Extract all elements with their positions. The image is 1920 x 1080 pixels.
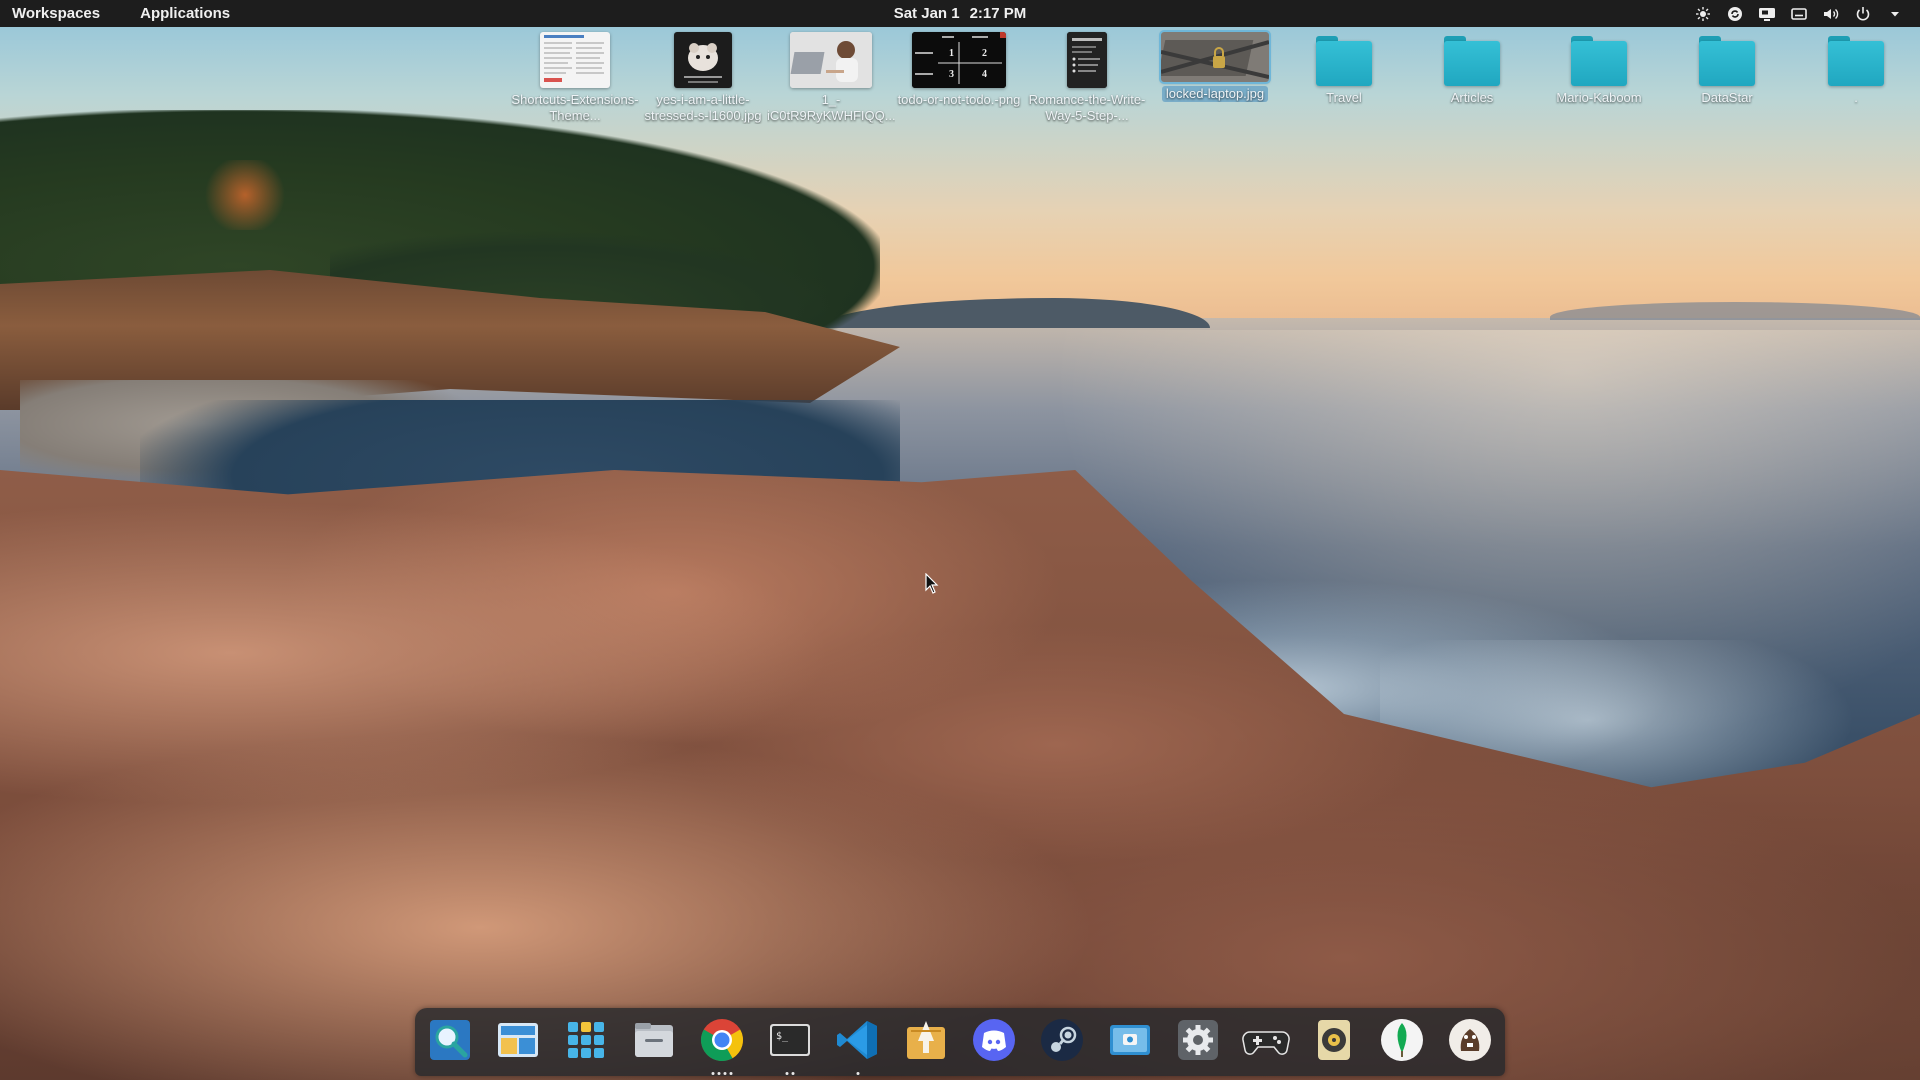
svg-text:$_: $_ xyxy=(776,1031,789,1042)
desktop-file-locked-laptop[interactable]: locked-laptop.jpg xyxy=(1151,30,1279,102)
date-label: Sat Jan 1 xyxy=(893,5,960,22)
file-label: yes-i-am-a-little-stressed-s-l1600.jpg xyxy=(644,92,762,123)
dock-terminal[interactable]: $_ xyxy=(763,1015,817,1075)
dbeaver-icon xyxy=(1447,1017,1493,1068)
menu-arrow-icon[interactable] xyxy=(1886,5,1904,23)
document-thumbnail xyxy=(1067,32,1107,88)
dock-mongodb[interactable] xyxy=(1375,1015,1429,1069)
folder-icon xyxy=(1444,36,1500,86)
image-thumbnail xyxy=(1159,30,1271,84)
dock-app-grid[interactable] xyxy=(559,1015,613,1069)
mongodb-icon xyxy=(1379,1017,1425,1068)
desktop-folder-travel[interactable]: Travel xyxy=(1280,32,1408,106)
file-label: 1_-iC0tR9RyKWHFIQQ... xyxy=(767,92,895,123)
svg-text:2: 2 xyxy=(982,48,987,59)
vscode-icon xyxy=(835,1017,881,1068)
applications-menu[interactable]: Applications xyxy=(128,5,242,22)
file-label: Romance-the-Write-Way-5-Step-... xyxy=(1028,92,1146,123)
svg-text:3: 3 xyxy=(949,69,954,80)
file-label: Shortcuts-Extensions-Theme... xyxy=(511,92,639,123)
folder-icon xyxy=(1571,36,1627,86)
time-label: 2:17 PM xyxy=(969,5,1027,22)
display-icon[interactable] xyxy=(1758,5,1776,23)
dock-vscode[interactable] xyxy=(831,1015,885,1075)
dock-files[interactable] xyxy=(627,1015,681,1069)
dock-search[interactable] xyxy=(423,1015,477,1069)
folder-label: Articles xyxy=(1450,90,1494,105)
desktop-folder-mario-kaboom[interactable]: Mario-Kaboom xyxy=(1535,32,1663,106)
desktop-folder-datastar[interactable]: DataStar xyxy=(1663,32,1791,106)
gamepad-icon xyxy=(1242,1020,1290,1065)
desktop-folder-articles[interactable]: Articles xyxy=(1408,32,1536,106)
desktop-file-todo-png[interactable]: 1 2 3 4 todo-or-not-todo.-png xyxy=(895,32,1023,108)
file-label: locked-laptop.jpg xyxy=(1161,86,1269,102)
steam-icon xyxy=(1039,1017,1085,1068)
dock-workspaces[interactable] xyxy=(491,1015,545,1069)
files-icon xyxy=(631,1017,677,1068)
appstore-icon xyxy=(903,1017,949,1068)
dock-screenshot[interactable] xyxy=(1103,1015,1157,1069)
running-indicator xyxy=(785,1072,795,1075)
dock-music[interactable] xyxy=(1307,1015,1361,1069)
desktop-wallpaper xyxy=(0,0,1920,1080)
desktop-file-shortcuts[interactable]: Shortcuts-Extensions-Theme... xyxy=(511,32,639,124)
image-thumbnail: 1 2 3 4 xyxy=(912,32,1006,88)
running-indicator xyxy=(711,1072,733,1075)
volume-icon[interactable] xyxy=(1822,5,1840,23)
svg-text:4: 4 xyxy=(982,69,987,80)
sync-icon[interactable] xyxy=(1726,5,1744,23)
desktop-file-romance[interactable]: Romance-the-Write-Way-5-Step-... xyxy=(1023,32,1151,124)
keyboard-icon[interactable] xyxy=(1790,5,1808,23)
desktop-file-stressed-jpg[interactable]: yes-i-am-a-little-stressed-s-l1600.jpg xyxy=(639,32,767,124)
document-thumbnail xyxy=(540,32,610,88)
folder-label: . xyxy=(1854,90,1858,105)
running-indicator xyxy=(856,1072,860,1075)
folder-label: Mario-Kaboom xyxy=(1556,90,1642,105)
system-tray xyxy=(1694,0,1904,27)
wallpaper-autumn-tree xyxy=(200,160,290,230)
dock: $_ xyxy=(415,1008,1505,1076)
screenshot-icon xyxy=(1107,1017,1153,1068)
date-time[interactable]: Sat Jan 1 2:17 PM xyxy=(894,5,1027,22)
image-thumbnail xyxy=(790,32,872,88)
brightness-icon[interactable] xyxy=(1694,5,1712,23)
desktop-folder-dot[interactable]: . xyxy=(1792,32,1920,106)
top-panel: Workspaces Applications Sat Jan 1 2:17 PM xyxy=(0,0,1920,27)
music-icon xyxy=(1314,1017,1354,1068)
search-icon xyxy=(427,1017,473,1068)
file-label: todo-or-not-todo.-png xyxy=(897,92,1021,107)
app-grid-icon xyxy=(564,1018,608,1067)
dock-gamepad[interactable] xyxy=(1239,1015,1293,1069)
dock-steam[interactable] xyxy=(1035,1015,1089,1069)
folder-icon xyxy=(1316,36,1372,86)
dock-discord[interactable] xyxy=(967,1015,1021,1069)
terminal-icon: $_ xyxy=(767,1017,813,1068)
power-icon[interactable] xyxy=(1854,5,1872,23)
dock-dbeaver[interactable] xyxy=(1443,1015,1497,1069)
desktop-file-1-icotr[interactable]: 1_-iC0tR9RyKWHFIQQ... xyxy=(767,32,895,124)
folder-icon xyxy=(1828,36,1884,86)
mouse-pointer-icon xyxy=(925,572,939,600)
discord-icon xyxy=(971,1017,1017,1068)
dock-appstore[interactable] xyxy=(899,1015,953,1069)
workspaces-menu[interactable]: Workspaces xyxy=(0,5,112,22)
folder-label: DataStar xyxy=(1701,90,1753,105)
folder-label: Travel xyxy=(1326,90,1362,105)
dock-chrome[interactable] xyxy=(695,1015,749,1075)
svg-text:1: 1 xyxy=(949,48,954,59)
folder-icon xyxy=(1699,36,1755,86)
dock-settings[interactable] xyxy=(1171,1015,1225,1069)
image-thumbnail xyxy=(674,32,732,88)
settings-icon xyxy=(1175,1017,1221,1068)
workspaces-icon xyxy=(495,1017,541,1068)
chrome-icon xyxy=(699,1017,745,1068)
